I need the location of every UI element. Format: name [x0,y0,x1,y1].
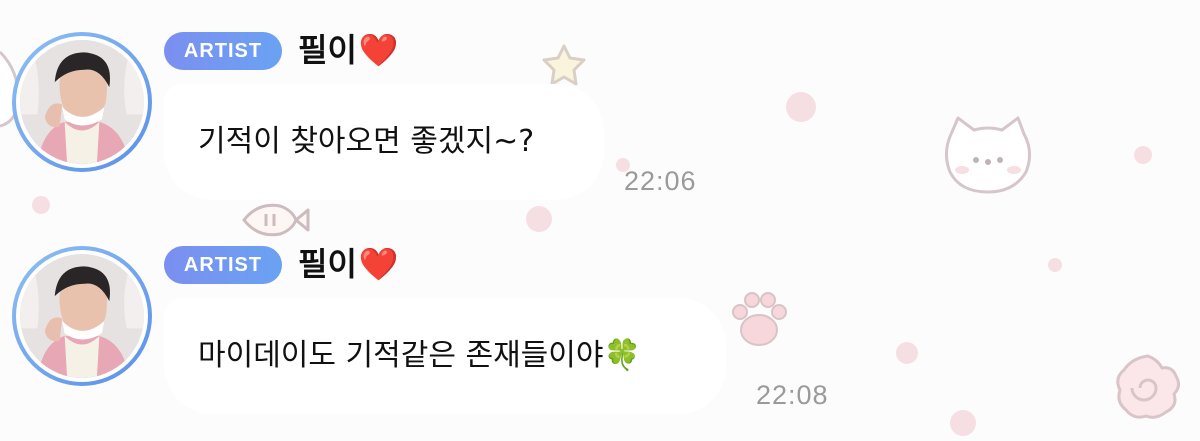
chat-screen: ARTIST 필이❤️ 기적이 찾아오면 좋겠지~? 22:06 ARTIST … [0,0,1200,441]
artist-avatar-photo [20,254,144,378]
heart-icon: ❤️ [358,245,399,283]
heart-icon: ❤️ [358,31,399,69]
decor-dot [950,410,976,436]
decor-dot [32,196,50,214]
message-bubble[interactable]: 마이데이도 기적같은 존재들이야🍀 [164,298,726,414]
star-icon [538,42,590,90]
artist-badge: ARTIST [164,246,282,284]
sender-name-text: 필이 [298,245,357,283]
cat-face-icon [940,112,1036,198]
fish-icon [238,196,310,244]
sender-name[interactable]: 필이❤️ [298,242,399,286]
message-timestamp: 22:08 [756,380,829,410]
artist-avatar-photo [20,40,144,164]
message-text: 마이데이도 기적같은 존재들이야 [198,338,604,373]
avatar-ring [16,36,148,168]
avatar-ring [16,250,148,382]
decor-dot [896,342,918,364]
decor-dot [1048,258,1062,272]
swirl-icon [1110,350,1186,426]
paw-icon [726,288,792,354]
sender-name[interactable]: 필이❤️ [298,28,399,72]
message-text: 기적이 찾아오면 좋겠지~? [198,124,535,159]
avatar[interactable] [12,246,152,386]
clover-icon: 🍀 [603,338,641,373]
sender-name-text: 필이 [298,31,357,69]
artist-badge: ARTIST [164,32,282,70]
message-timestamp: 22:06 [624,166,697,196]
message-bubble[interactable]: 기적이 찾아오면 좋겠지~? [164,84,604,200]
avatar[interactable] [12,32,152,172]
decor-dot [786,92,816,122]
decor-dot [526,206,552,232]
decor-dot [1134,146,1152,164]
